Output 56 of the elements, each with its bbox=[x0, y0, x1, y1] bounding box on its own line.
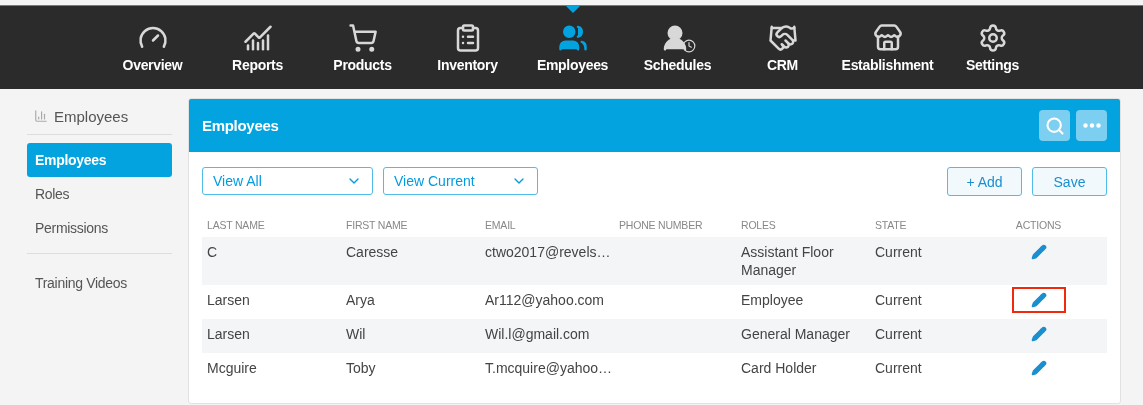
sidebar-item[interactable]: Permissions bbox=[27, 211, 172, 245]
sidebar-item[interactable]: Training Videos bbox=[27, 266, 172, 300]
table-cell-text: Wil bbox=[345, 325, 367, 344]
nav-tab[interactable]: Inventory bbox=[415, 6, 520, 89]
table-cell-text: C bbox=[206, 243, 219, 262]
column-header: STATE bbox=[874, 219, 908, 231]
panel-title: Employees bbox=[202, 117, 279, 134]
nav-tab[interactable]: Establishment bbox=[835, 6, 940, 89]
table-cell-text: Employee bbox=[740, 291, 805, 310]
cart-icon bbox=[347, 22, 378, 53]
table-cell-text: Current bbox=[874, 243, 923, 262]
search-button[interactable] bbox=[1039, 110, 1070, 141]
nav-tab[interactable]: CRM bbox=[730, 6, 835, 89]
edit-button[interactable] bbox=[1011, 287, 1066, 313]
nav-tab[interactable]: Products bbox=[310, 6, 415, 89]
table-cell-text: ctwo2017@revels… bbox=[484, 243, 612, 262]
column-header: ACTIONS bbox=[1015, 219, 1062, 231]
table-cell-text: General Manager bbox=[740, 325, 851, 344]
nav-tab[interactable]: Schedules bbox=[625, 6, 730, 89]
nav-tab[interactable]: Overview bbox=[100, 6, 205, 89]
table-cell-text: Wil.l@gmail.com bbox=[484, 325, 591, 344]
ellipsis-icon bbox=[1082, 123, 1101, 128]
column-header: PHONE NUMBER bbox=[618, 219, 704, 231]
more-button[interactable] bbox=[1076, 110, 1107, 141]
store-icon bbox=[872, 22, 903, 53]
column-header: EMAIL bbox=[484, 219, 517, 231]
table-cell-text: Larsen bbox=[206, 325, 251, 344]
pencil-icon bbox=[1030, 244, 1047, 260]
table-cell-text: Ar112@yahoo.com bbox=[484, 291, 605, 310]
table-cell-text: T.mcquire@yahoo… bbox=[484, 359, 614, 378]
sidebar-title: Employees bbox=[54, 107, 129, 125]
pencil-icon bbox=[1030, 326, 1047, 342]
column-header: LAST NAME bbox=[206, 219, 266, 231]
table-cell-text: Current bbox=[874, 359, 923, 378]
table-cell-text: Caresse bbox=[345, 243, 400, 262]
nav-tab[interactable]: Settings bbox=[940, 6, 1045, 89]
pencil-icon bbox=[1030, 292, 1047, 308]
column-header: ROLES bbox=[740, 219, 777, 231]
handshake-icon bbox=[767, 22, 798, 53]
column-header: FIRST NAME bbox=[345, 219, 409, 231]
table-cell-text: Current bbox=[874, 325, 923, 344]
nav-tab[interactable]: Reports bbox=[205, 6, 310, 89]
table-cell-text: Card Holder bbox=[740, 359, 818, 378]
chart-icon bbox=[242, 22, 273, 53]
table-cell-text: Current bbox=[874, 291, 923, 310]
pencil-icon bbox=[1030, 360, 1047, 376]
nav-tab[interactable]: Employees bbox=[520, 6, 625, 89]
bar-chart-icon bbox=[34, 109, 48, 123]
table-cell-text: Assistant Floor Manager bbox=[740, 243, 835, 279]
table-cell-text: Arya bbox=[345, 291, 376, 310]
table-cell-text: Mcguire bbox=[206, 359, 258, 378]
gear-icon bbox=[977, 22, 1008, 53]
table-cell-text: Larsen bbox=[206, 291, 251, 310]
sidebar-item[interactable]: Roles bbox=[27, 177, 172, 211]
search-icon bbox=[1044, 115, 1065, 136]
table-cell-text: Toby bbox=[345, 359, 377, 378]
